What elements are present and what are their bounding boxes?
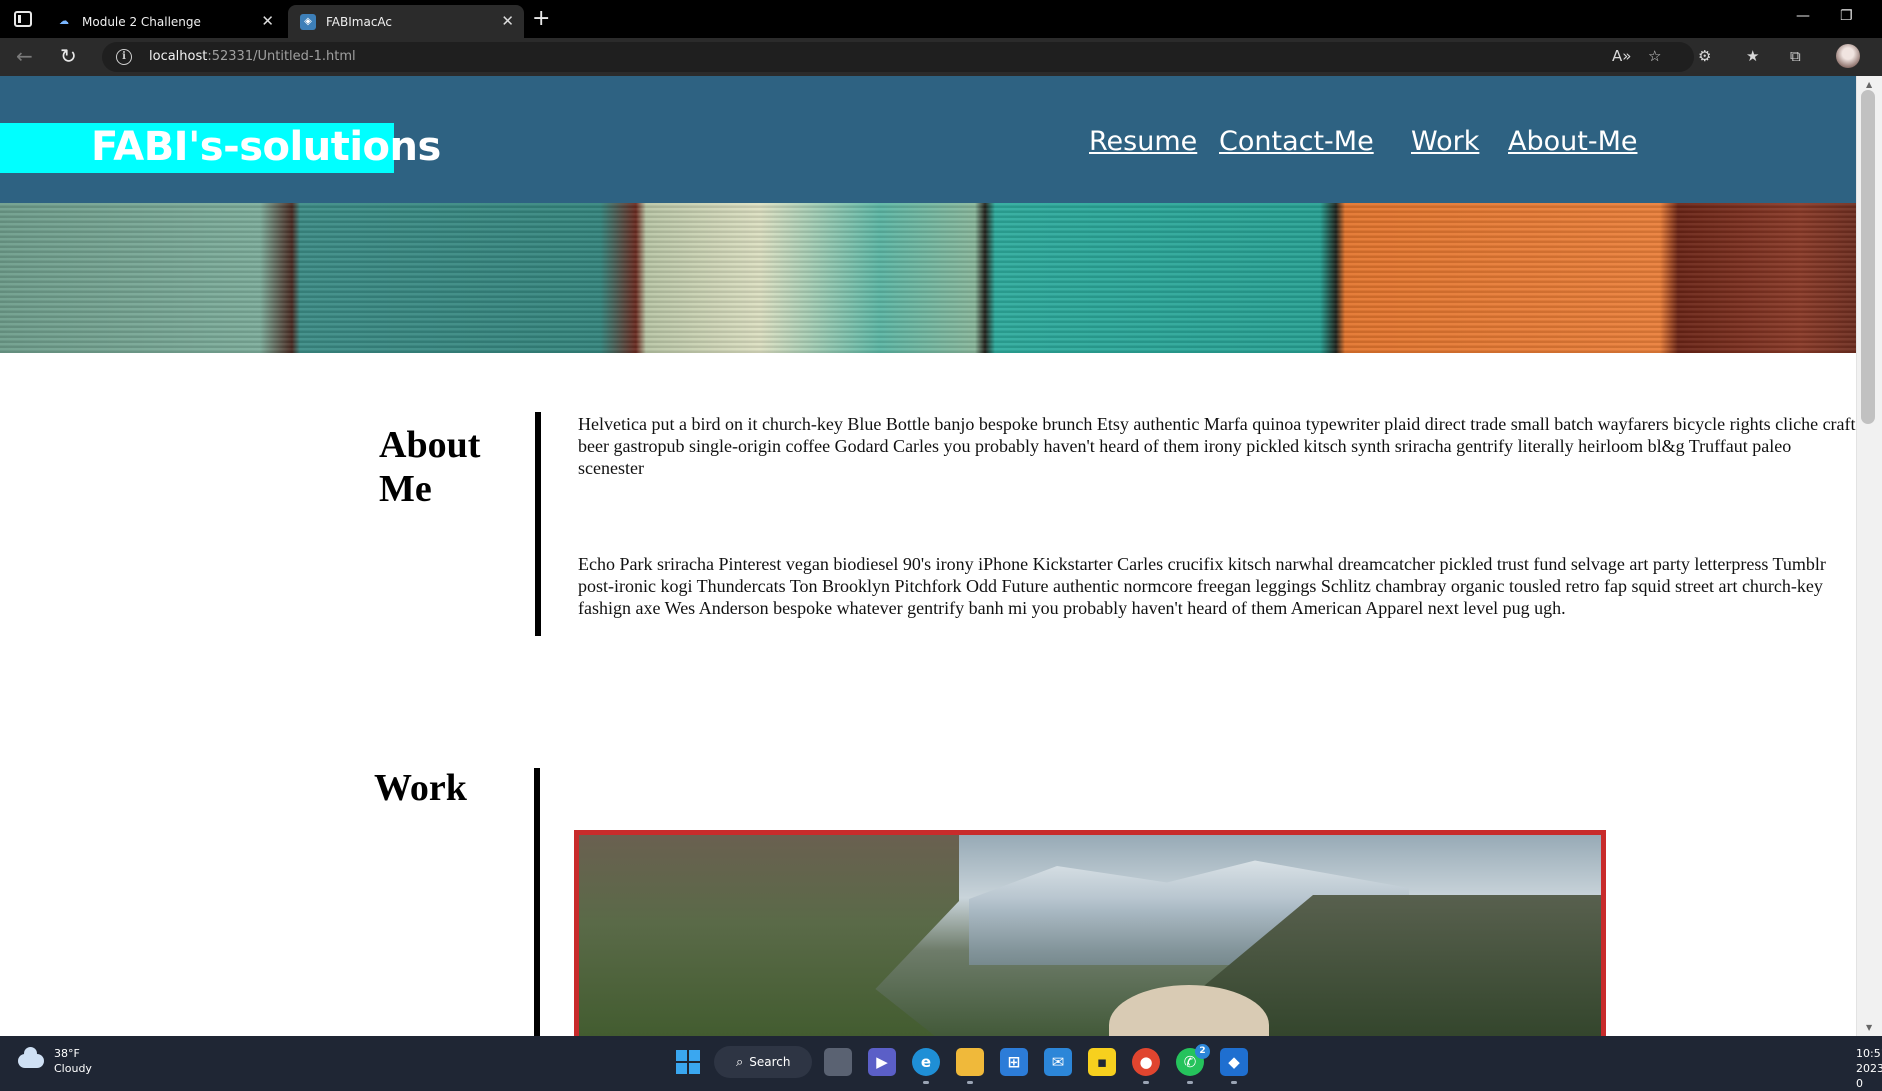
search-icon: ⌕ [736,1054,744,1070]
clock-date: 2023-0 [1856,1062,1882,1090]
scroll-down-icon[interactable]: ▼ [1866,1023,1872,1032]
tab-fabimacac[interactable]: ◈ FABImacAc ✕ [288,5,524,38]
task-view-icon[interactable] [824,1048,852,1076]
add-favorite-icon[interactable]: ☆ [1648,47,1661,65]
work-project-image[interactable] [574,830,1606,1036]
hero-banner-image [0,203,1856,353]
address-toolbar: ← ↻ i localhost:52331/Untitled-1.html A»… [0,38,1882,76]
vscode-icon[interactable]: ◆ [1220,1048,1248,1084]
scrollbar-thumb[interactable] [1861,90,1875,424]
about-heading-line-1: About [379,424,481,466]
profile-avatar[interactable] [1836,44,1860,68]
read-aloud-icon[interactable]: A» [1612,47,1631,65]
restore-icon[interactable]: ❐ [1840,8,1853,24]
url-text: localhost:52331/Untitled-1.html [149,49,356,64]
about-heading-line-2: Me [379,468,432,510]
site-header: FABI's-solutions Resume Contact-Me Work … [0,76,1856,203]
cloud-icon [18,1047,44,1068]
tab-module-2-challenge[interactable]: ☁ Module 2 Challenge ✕ [44,5,284,38]
start-windows-icon[interactable] [674,1048,702,1076]
minimize-icon[interactable]: — [1796,8,1810,24]
reload-icon[interactable]: ↻ [60,44,77,68]
file-explorer-icon[interactable] [956,1048,984,1084]
weather-temp: 38°F [54,1047,80,1060]
collections-icon[interactable]: ⧉ [1790,47,1801,65]
new-tab-icon[interactable]: + [532,6,550,32]
edge-browser-icon[interactable]: e [912,1048,940,1084]
chrome-icon[interactable]: ● [1132,1048,1160,1084]
back-arrow-icon[interactable]: ← [16,44,33,68]
work-heading: Work [374,767,467,809]
weather-widget[interactable]: 38°F Cloudy [18,1046,92,1076]
weather-desc: Cloudy [54,1062,92,1075]
close-icon[interactable]: ✕ [261,12,274,30]
clock-time: 10:51 [1856,1047,1882,1060]
search-label: Search [749,1055,791,1069]
taskbar-search-button[interactable]: ⌕ Search [714,1046,812,1078]
site-info-icon[interactable]: i [116,49,132,65]
page-favicon-icon: ☁ [59,16,69,27]
tab-actions-icon[interactable] [14,11,32,27]
nav-link-resume[interactable]: Resume [1089,126,1197,157]
work-divider [534,768,540,1036]
site-logo-text: FABI's-solutions [91,124,441,170]
teams-chat-icon[interactable]: ▶ [868,1048,896,1076]
tab-title: Module 2 Challenge [82,14,201,29]
taskbar: 38°F Cloudy ⌕ Search ▶ e ⊞ ✉ ▪ ● ✆ 2 ◆ 1… [0,1036,1882,1091]
close-icon[interactable]: ✕ [501,12,514,30]
nav-link-contact-me[interactable]: Contact-Me [1219,126,1374,157]
notification-badge: 2 [1195,1044,1210,1059]
page-scrollbar[interactable]: ▲ ▼ [1856,76,1882,1036]
sticky-notes-icon[interactable]: ▪ [1088,1048,1116,1076]
tab-strip: ☁ Module 2 Challenge ✕ ◈ FABImacAc ✕ + —… [0,0,1882,38]
scroll-up-icon[interactable]: ▲ [1866,80,1872,89]
image-mountain-left [579,835,959,1036]
url-bar[interactable]: i localhost:52331/Untitled-1.html [102,42,1694,72]
microsoft-store-icon[interactable]: ⊞ [1000,1048,1028,1076]
site-logo: FABI's-solutions [0,123,441,173]
system-clock[interactable]: 10:51 2023-0 [1856,1046,1882,1091]
page-favicon-icon: ◈ [300,13,316,30]
about-paragraph-1: Helvetica put a bird on it church-key Bl… [578,414,1856,478]
favorites-icon[interactable]: ★ [1746,47,1759,65]
url-path: :52331/Untitled-1.html [207,49,356,64]
about-paragraph-2: Echo Park sriracha Pinterest vegan biodi… [578,554,1826,618]
about-me-heading: About Me [379,423,480,511]
whatsapp-icon[interactable]: ✆ 2 [1176,1044,1210,1084]
extensions-icon[interactable]: ⚙ [1698,47,1711,65]
nav-link-work[interactable]: Work [1411,126,1479,157]
tab-title: FABImacAc [326,14,393,29]
about-divider [535,412,541,636]
nav-link-about-me[interactable]: About-Me [1508,126,1637,157]
url-host: localhost [149,49,208,64]
page-viewport: FABI's-solutions Resume Contact-Me Work … [0,76,1882,1036]
mail-icon[interactable]: ✉ [1044,1048,1072,1076]
